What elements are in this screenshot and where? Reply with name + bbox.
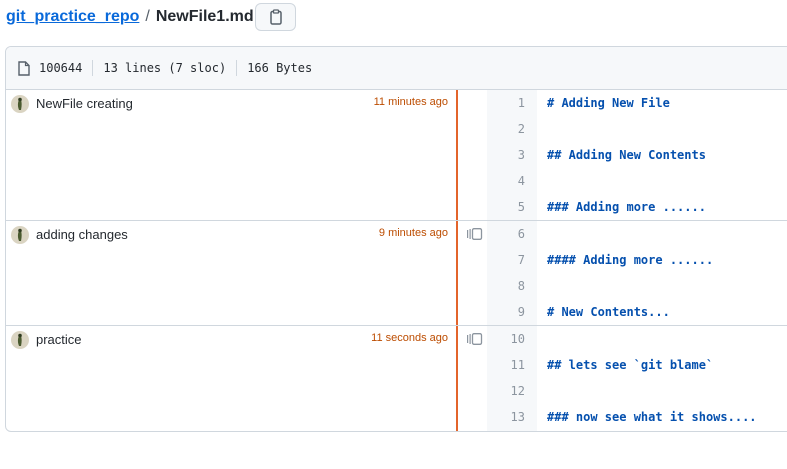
line-number[interactable]: 1: [487, 96, 525, 110]
avatar[interactable]: [11, 95, 29, 113]
divider: [92, 60, 94, 76]
file-icon: [18, 60, 30, 76]
commit-message[interactable]: practice: [36, 332, 82, 347]
avatar[interactable]: [11, 331, 29, 349]
line-number[interactable]: 11: [487, 358, 525, 372]
breadcrumb-separator: /: [145, 8, 150, 25]
copy-path-button[interactable]: [255, 3, 296, 31]
line-content: # New Contents...: [547, 305, 670, 319]
commit-age: 9 minutes ago: [378, 227, 448, 239]
divider: [236, 60, 238, 76]
clipboard-icon: [269, 9, 282, 25]
breadcrumb: git_practice_repo / NewFile1.md: [6, 5, 254, 29]
blame-container: 100644 13 lines (7 sloc) 166 Bytes NewFi…: [5, 46, 787, 432]
line-number[interactable]: 9: [487, 305, 525, 319]
line-number[interactable]: 4: [487, 174, 525, 188]
age-bar: [456, 326, 458, 431]
line-content: ## Adding New Contents: [547, 148, 706, 162]
line-number[interactable]: 3: [487, 148, 525, 162]
line-number[interactable]: 2: [487, 122, 525, 136]
commit-meta: NewFile creating 11 minutes ago: [6, 90, 456, 220]
code-line: 1 # Adding New File: [487, 90, 787, 116]
line-number[interactable]: 10: [487, 332, 525, 346]
code-line: 3 ## Adding New Contents: [487, 142, 787, 168]
line-count: 13 lines (7 sloc): [103, 61, 227, 75]
commit-message[interactable]: NewFile creating: [36, 96, 133, 111]
age-bar: [456, 90, 458, 220]
commit-message[interactable]: adding changes: [36, 227, 128, 242]
code-line: 5 ### Adding more ......: [487, 194, 787, 220]
avatar[interactable]: [11, 226, 29, 244]
code-line: 12: [487, 378, 787, 404]
blame-body: NewFile creating 11 minutes ago adding c…: [6, 90, 787, 431]
code-line: 4: [487, 168, 787, 194]
versions-icon[interactable]: [466, 333, 484, 345]
code-line: 7 #### Adding more ......: [487, 247, 787, 273]
code-line: 9 # New Contents...: [487, 299, 787, 325]
file-info-bar: 100644 13 lines (7 sloc) 166 Bytes: [6, 47, 787, 90]
code-line: 2: [487, 116, 787, 142]
file-size: 166 Bytes: [247, 61, 313, 75]
commit-age: 11 seconds ago: [371, 332, 448, 344]
code-line: 10: [487, 326, 787, 352]
code-line: 13 ### now see what it shows....: [487, 404, 787, 430]
line-number[interactable]: 13: [487, 410, 525, 424]
commit-age: 11 minutes ago: [373, 96, 448, 108]
versions-icon[interactable]: [466, 228, 484, 240]
commit-meta: adding changes 9 minutes ago: [6, 221, 456, 325]
line-number[interactable]: 12: [487, 384, 525, 398]
line-content: ### Adding more ......: [547, 200, 706, 214]
file-name: NewFile1.md: [155, 8, 254, 25]
line-content: ### now see what it shows....: [547, 410, 757, 424]
age-bar: [456, 221, 458, 325]
line-number[interactable]: 5: [487, 200, 525, 214]
line-content: # Adding New File: [547, 96, 670, 110]
line-number[interactable]: 7: [487, 253, 525, 267]
repo-link[interactable]: git_practice_repo: [6, 8, 139, 26]
line-content: #### Adding more ......: [547, 253, 714, 267]
line-number[interactable]: 8: [487, 279, 525, 293]
line-content: ## lets see `git blame`: [547, 358, 714, 372]
commit-meta: practice 11 seconds ago: [6, 326, 456, 431]
code-line: 8: [487, 273, 787, 299]
code-line: 11 ## lets see `git blame`: [487, 352, 787, 378]
file-mode: 100644: [39, 61, 83, 75]
line-number[interactable]: 6: [487, 227, 525, 241]
code-line: 6: [487, 221, 787, 247]
